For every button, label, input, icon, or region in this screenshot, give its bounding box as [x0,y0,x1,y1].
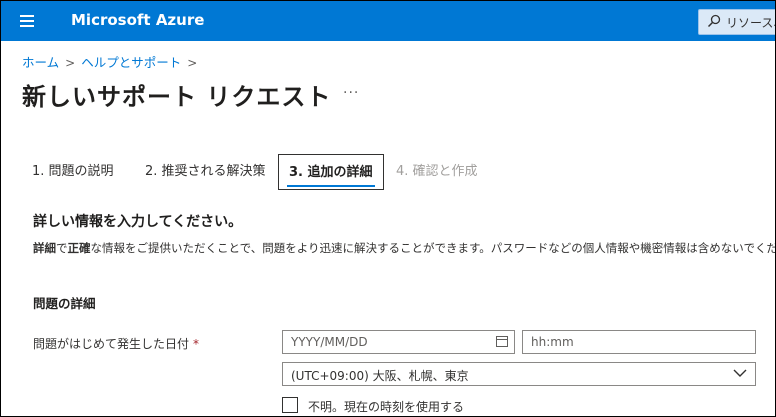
time-placeholder: hh:mm [531,335,574,349]
top-bar: Microsoft Azure リソース、 [1,1,775,41]
first-occurrence-date-label: 問題がはじめて発生した日付 * [33,335,199,352]
desc-text: で [56,241,68,255]
breadcrumb-separator: > [65,56,76,70]
unknown-time-label[interactable]: 不明。現在の時刻を使用する [308,398,464,415]
search-icon [707,14,721,28]
breadcrumb-help-support[interactable]: ヘルプとサポート [81,55,181,70]
breadcrumb-home[interactable]: ホーム [22,55,59,70]
portal-window: Microsoft Azure リソース、 ホーム > ヘルプとサポート > 新しいサ… [0,0,776,417]
tab-additional-details[interactable]: 3. 追加の詳細 [278,154,384,190]
unknown-time-checkbox[interactable] [282,397,298,413]
problem-details-heading: 問題の詳細 [33,296,96,311]
breadcrumb-separator: > [187,56,198,70]
timezone-dropdown[interactable]: (UTC+09:00) 大阪、札幌、東京 [282,362,756,386]
desc-bold-accurate: 正確 [67,241,91,255]
more-options-icon[interactable]: ··· [343,85,359,101]
required-mark: * [193,337,200,351]
calendar-icon[interactable] [496,336,508,347]
timezone-value: (UTC+09:00) 大阪、札幌、東京 [291,369,469,383]
page-title: 新しいサポート リクエスト [22,83,332,111]
date-placeholder: YYYY/MM/DD [291,335,368,349]
details-description: 詳細で正確な情報をご提供いただくことで、問題をより迅速に解決することができます。… [33,240,776,256]
global-search-box[interactable]: リソース、 [698,9,775,35]
date-input[interactable]: YYYY/MM/DD [282,330,515,354]
hamburger-menu-icon[interactable] [20,15,34,27]
breadcrumb: ホーム > ヘルプとサポート > [22,52,203,71]
details-section-title: 詳しい情報を入力してください。 [33,214,243,230]
desc-text: な情報をご提供いただくことで、問題をより迅速に解決することができます。パスワード… [90,241,776,255]
date-label-text: 問題がはじめて発生した日付 [33,337,190,351]
brand-name[interactable]: Microsoft Azure [71,11,204,29]
tab-review-create: 4. 確認と作成 [396,164,478,179]
time-input[interactable]: hh:mm [522,330,756,354]
tab-problem-description[interactable]: 1. 問題の説明 [22,154,124,190]
desc-bold-detail: 詳細 [33,241,56,255]
tab-recommended-solution[interactable]: 2. 推奨される解決策 [135,154,276,190]
search-label: リソース、 [726,16,775,30]
chevron-down-icon [733,369,747,377]
